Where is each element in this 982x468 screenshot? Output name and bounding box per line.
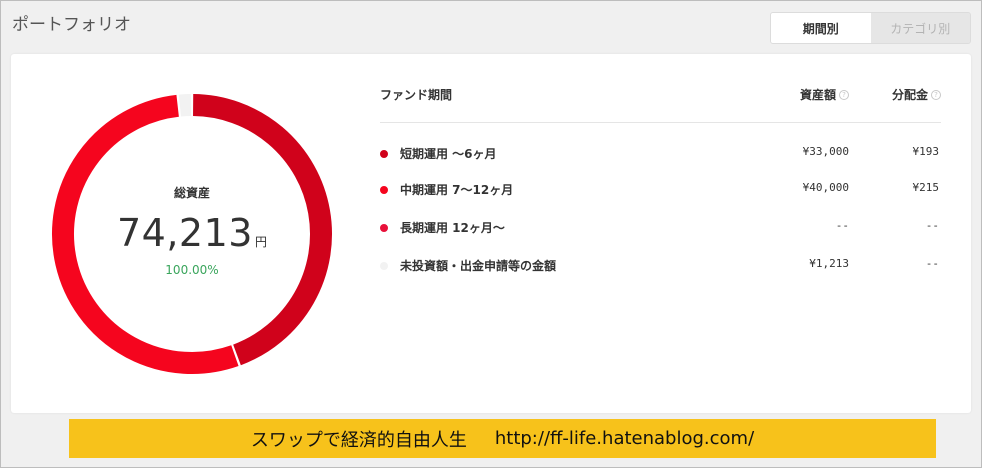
- fund-name-label: 短期運用 ～6ヶ月: [400, 147, 497, 161]
- fund-distribution: ¥215: [912, 181, 940, 194]
- banner-text: スワップで経済的自由人生: [250, 429, 467, 451]
- fund-name: 未投資額・出金申請等の金額: [380, 257, 556, 274]
- fund-assets: ¥40,000: [802, 181, 849, 194]
- donut-center: 総資産 74,213 円 100.00%: [49, 91, 335, 377]
- legend-dot-icon: [380, 149, 388, 158]
- fund-distribution: --: [925, 219, 939, 232]
- fund-name-label: 中期運用 7～12ヶ月: [400, 183, 514, 197]
- total-assets-row: 74,213 円: [117, 211, 267, 255]
- table-header: ファンド期間 資産額 ? 分配金 ?: [380, 54, 941, 123]
- fund-name-label: 未投資額・出金申請等の金額: [400, 259, 557, 273]
- fund-name: 長期運用 12ヶ月～: [380, 219, 505, 236]
- legend-dot-icon: [380, 223, 388, 232]
- legend-dot-icon: [380, 185, 388, 194]
- blog-banner: スワップで経済的自由人生 http://ff-life.hatenablog.c…: [69, 419, 936, 458]
- banner-url[interactable]: http://ff-life.hatenablog.com/: [495, 428, 754, 449]
- page-title: ポートフォリオ: [12, 15, 131, 35]
- column-assets-label: 資産額: [799, 88, 836, 102]
- column-fund-period: ファンド期間: [380, 88, 453, 102]
- column-distribution-label: 分配金: [891, 88, 928, 102]
- column-distribution: 分配金 ?: [892, 86, 941, 103]
- table-row: 長期運用 12ヶ月～ -- --: [380, 199, 941, 237]
- column-assets: 資産額 ?: [800, 86, 849, 103]
- fund-assets: --: [835, 219, 849, 232]
- fund-name-label: 長期運用 12ヶ月～: [400, 221, 505, 235]
- tab-by-period[interactable]: 期間別: [771, 13, 871, 43]
- table-row: 中期運用 7～12ヶ月 ¥40,000 ¥215: [380, 161, 941, 199]
- table-row: 短期運用 ～6ヶ月 ¥33,000 ¥193: [380, 123, 941, 161]
- fund-assets: ¥33,000: [802, 145, 849, 158]
- fund-distribution: --: [925, 257, 939, 270]
- donut-chart: 総資産 74,213 円 100.00%: [49, 91, 335, 377]
- distribution-help-icon[interactable]: ?: [931, 89, 941, 100]
- fund-name: 中期運用 7～12ヶ月: [380, 181, 513, 198]
- table-row: 未投資額・出金申請等の金額 ¥1,213 --: [380, 237, 941, 275]
- fund-name: 短期運用 ～6ヶ月: [380, 145, 497, 162]
- portfolio-card: 総資産 74,213 円 100.00% ファンド期間 資産額 ? 分配金 ?: [11, 54, 971, 413]
- total-assets-unit: 円: [254, 234, 267, 249]
- total-assets-percent: 100.00%: [165, 262, 219, 277]
- tab-by-category[interactable]: カテゴリ別: [870, 13, 970, 43]
- fund-distribution: ¥193: [912, 145, 940, 158]
- legend-dot-icon: [380, 261, 388, 270]
- fund-table: ファンド期間 資産額 ? 分配金 ? 短期運用 ～6ヶ月 ¥33,000 ¥19…: [380, 54, 941, 275]
- total-assets-value: 74,213: [117, 210, 253, 255]
- fund-assets: ¥1,213: [809, 257, 849, 270]
- assets-help-icon[interactable]: ?: [839, 89, 849, 100]
- total-assets-label: 総資産: [173, 185, 210, 200]
- view-toggle: 期間別 カテゴリ別: [770, 12, 971, 44]
- table-rows: 短期運用 ～6ヶ月 ¥33,000 ¥193 中期運用 7～12ヶ月 ¥40,0…: [380, 123, 941, 275]
